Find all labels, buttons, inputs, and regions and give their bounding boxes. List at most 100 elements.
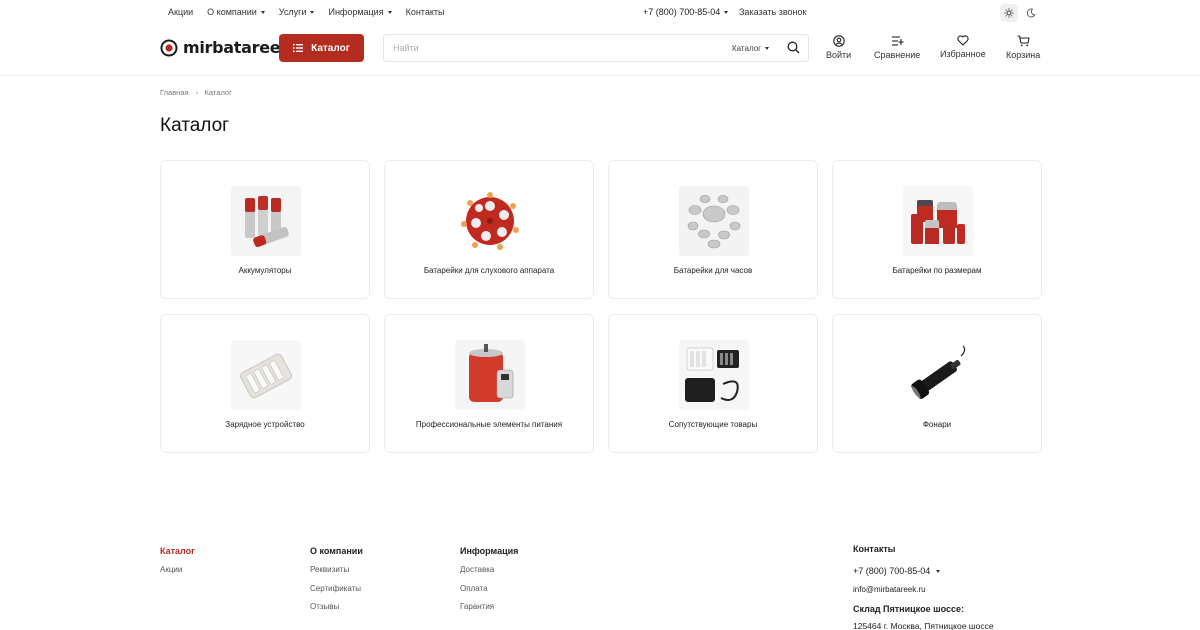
search-bar: Каталог bbox=[383, 34, 809, 62]
category-name: Сопутствующие товары bbox=[668, 420, 758, 429]
cart-button[interactable]: Корзина bbox=[1006, 35, 1040, 60]
breadcrumb-separator bbox=[195, 91, 198, 94]
top-nav: Акции О компании Услуги Информация Конта… bbox=[168, 7, 458, 17]
footer-info-heading[interactable]: Информация bbox=[460, 546, 518, 556]
caret-down-icon bbox=[936, 569, 941, 573]
footer-link[interactable]: Реквизиты bbox=[310, 565, 363, 575]
cart-label: Корзина bbox=[1006, 50, 1041, 60]
heart-icon bbox=[957, 35, 969, 46]
battery-sizes-image bbox=[903, 186, 973, 256]
top-nav-label: Контакты bbox=[405, 7, 445, 17]
compare-icon bbox=[891, 36, 904, 46]
category-name: Профессиональные элементы питания bbox=[415, 420, 563, 429]
list-icon bbox=[293, 44, 304, 52]
catalog-button-label: Каталог bbox=[311, 42, 350, 54]
category-card[interactable]: Батарейки для часов bbox=[608, 160, 818, 299]
footer-address-title: Склад Пятницкое шоссе: bbox=[853, 604, 964, 614]
accessories-image bbox=[679, 340, 749, 410]
footer-info-column: Информация Доставка Оплата Гарантия bbox=[460, 546, 518, 612]
footer-email[interactable]: info@mirbatareek.ru bbox=[853, 585, 994, 594]
caret-down-icon bbox=[765, 47, 770, 50]
category-card[interactable]: Профессиональные элементы питания bbox=[384, 314, 594, 453]
aa-batteries-image bbox=[231, 186, 301, 256]
top-nav-services[interactable]: Услуги bbox=[279, 7, 315, 17]
compare-button[interactable]: Сравнение bbox=[874, 35, 920, 60]
login-button[interactable]: Войти bbox=[826, 35, 851, 60]
pro-batteries-image bbox=[455, 340, 525, 410]
footer-phone[interactable]: +7 (800) 700-85-04 bbox=[853, 566, 994, 576]
search-input[interactable] bbox=[384, 43, 714, 53]
category-name: Зарядное устройство bbox=[225, 420, 305, 429]
footer-link[interactable]: Сертификаты bbox=[310, 584, 363, 594]
light-theme-button[interactable] bbox=[1000, 4, 1018, 22]
page-title: Каталог bbox=[160, 115, 230, 136]
category-card[interactable]: Аккумуляторы bbox=[160, 160, 370, 299]
category-name: Фонари bbox=[922, 420, 952, 429]
coin-cell-batteries-image bbox=[679, 186, 749, 256]
top-nav-label: Услуги bbox=[278, 7, 307, 17]
footer-link[interactable]: Гарантия bbox=[460, 602, 518, 612]
category-name: Аккумуляторы bbox=[238, 266, 292, 275]
search-scope-select[interactable]: Каталог bbox=[732, 44, 770, 53]
footer-link[interactable]: Оплата bbox=[460, 584, 518, 594]
charger-image bbox=[231, 340, 301, 410]
top-nav-info[interactable]: Информация bbox=[328, 7, 392, 17]
top-nav-promotions[interactable]: Акции bbox=[168, 7, 193, 17]
footer-contacts-heading: Контакты bbox=[853, 544, 896, 554]
top-nav-label: Акции bbox=[168, 7, 194, 17]
footer-link[interactable]: Доставка bbox=[460, 565, 518, 575]
category-card[interactable]: Зарядное устройство bbox=[160, 314, 370, 453]
category-name: Батарейки для часов bbox=[673, 266, 753, 275]
footer-catalog-column: Каталог Акции bbox=[160, 546, 195, 575]
caret-down-icon bbox=[387, 10, 392, 14]
search-icon bbox=[787, 41, 800, 54]
category-card[interactable]: Батарейки по размерам bbox=[832, 160, 1042, 299]
category-name: Батарейки по размерам bbox=[892, 266, 982, 275]
site-logo[interactable]: mirbatareek bbox=[160, 38, 291, 57]
logo-mark-icon bbox=[160, 39, 178, 56]
search-button[interactable] bbox=[787, 41, 800, 57]
category-card[interactable]: Батарейки для слухового аппарата bbox=[384, 160, 594, 299]
sun-icon bbox=[1004, 8, 1014, 18]
flashlight-image bbox=[903, 340, 973, 410]
callback-link[interactable]: Заказать звонок bbox=[739, 7, 806, 17]
catalog-button[interactable]: Каталог bbox=[279, 34, 364, 62]
top-nav-contacts[interactable]: Контакты bbox=[406, 7, 445, 17]
caret-down-icon bbox=[724, 10, 729, 14]
footer-phone-number: +7 (800) 700-85-04 bbox=[853, 566, 931, 576]
top-nav-about[interactable]: О компании bbox=[207, 7, 265, 17]
main-header: mirbatareek Каталог Каталог Войти Сравне… bbox=[0, 26, 1200, 76]
breadcrumb-home[interactable]: Главная bbox=[160, 88, 189, 97]
user-icon bbox=[832, 35, 845, 47]
compare-label: Сравнение bbox=[874, 50, 921, 60]
category-name: Батарейки для слухового аппарата bbox=[423, 266, 555, 275]
footer-contacts: Контакты +7 (800) 700-85-04 info@mirbata… bbox=[853, 544, 994, 630]
footer-catalog-heading[interactable]: Каталог bbox=[160, 546, 195, 556]
footer-link[interactable]: Акции bbox=[160, 565, 195, 575]
category-card[interactable]: Фонари bbox=[832, 314, 1042, 453]
phone-number: +7 (800) 700-85-04 bbox=[643, 7, 721, 17]
caret-down-icon bbox=[310, 10, 315, 14]
category-card[interactable]: Сопутствующие товары bbox=[608, 314, 818, 453]
hearing-aid-batteries-image bbox=[455, 186, 525, 256]
footer-address: 125464 г. Москва, Пятницкое шоссе bbox=[853, 621, 994, 630]
favorites-button[interactable]: Избранное bbox=[940, 35, 986, 59]
footer-link[interactable]: Отзывы bbox=[310, 602, 363, 612]
footer-about-column: О компании Реквизиты Сертификаты Отзывы bbox=[310, 546, 363, 612]
top-nav-label: Информация bbox=[328, 7, 384, 17]
top-bar: Акции О компании Услуги Информация Конта… bbox=[0, 0, 1200, 26]
logo-text: mirbatareek bbox=[183, 38, 291, 57]
favorites-label: Избранное bbox=[940, 49, 986, 59]
breadcrumb-current: Каталог bbox=[204, 88, 232, 97]
breadcrumb: Главная Каталог bbox=[160, 88, 232, 97]
caret-down-icon bbox=[260, 10, 265, 14]
moon-icon bbox=[1026, 8, 1036, 18]
login-label: Войти bbox=[826, 50, 852, 60]
footer-about-heading[interactable]: О компании bbox=[310, 546, 363, 556]
top-nav-label: О компании bbox=[207, 7, 257, 17]
category-grid: Аккумуляторы Батарейки для слухового апп… bbox=[160, 160, 1042, 453]
header-phone[interactable]: +7 (800) 700-85-04 bbox=[643, 7, 729, 17]
theme-switch bbox=[1000, 4, 1040, 22]
dark-theme-button[interactable] bbox=[1022, 4, 1040, 22]
cart-icon bbox=[1017, 35, 1030, 47]
